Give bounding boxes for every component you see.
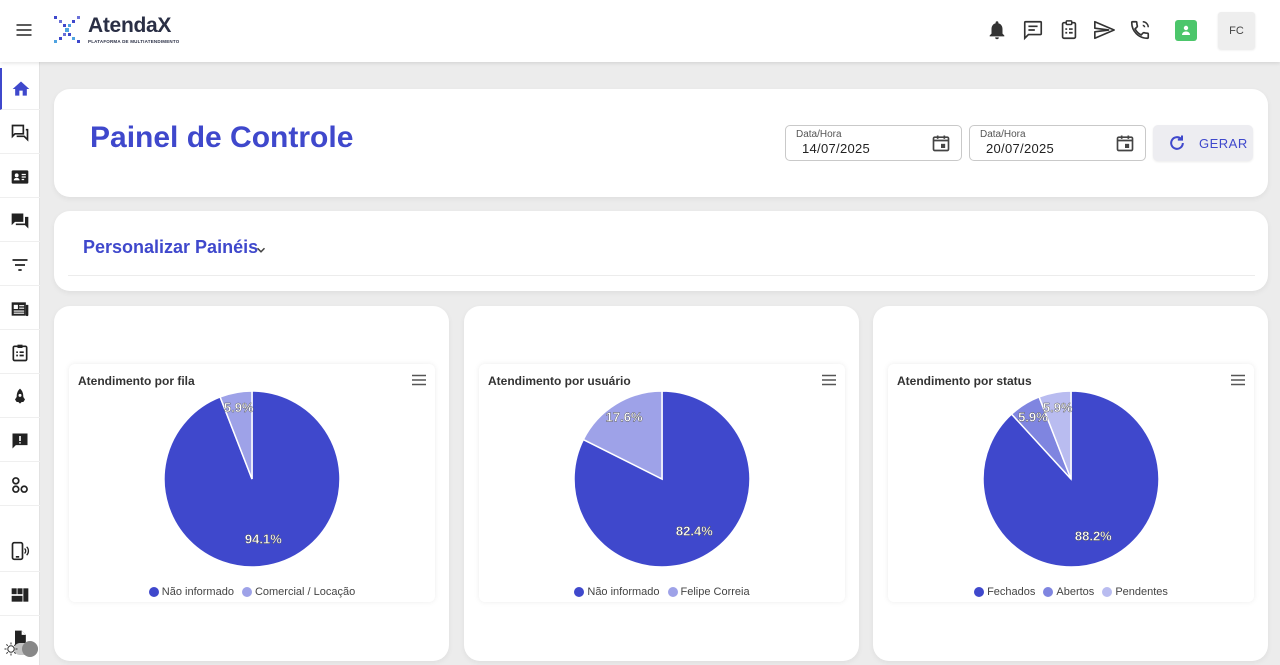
chat-icon[interactable] — [1022, 19, 1044, 41]
legend-label: Comercial / Locação — [254, 586, 356, 598]
legend-item[interactable]: Comercial / Locação — [241, 586, 356, 598]
end-date-label: Data/Hora — [980, 129, 1026, 140]
sidebar-item-home[interactable] — [0, 68, 40, 110]
phone-android-icon — [11, 541, 30, 560]
clipboard-icon[interactable] — [1058, 19, 1080, 41]
sidebar-item-flows[interactable] — [0, 464, 40, 506]
legend-marker — [1102, 587, 1113, 597]
legend-item[interactable]: Felipe Correia — [667, 586, 750, 598]
legend-marker — [1043, 587, 1054, 597]
page-title: Painel de Controle — [90, 121, 354, 154]
home-icon — [12, 81, 30, 96]
legend-label: Não informado — [587, 586, 660, 598]
dashboard-icon — [11, 587, 29, 602]
workflow-icon — [12, 476, 28, 493]
chart-panel: Atendimento por usuário 82.4% 17.6% Não i… — [479, 364, 845, 602]
feedback-icon — [12, 433, 28, 448]
sidebar-item-filters[interactable] — [0, 244, 40, 286]
sidebar-item-feedback[interactable] — [0, 420, 40, 462]
theme-toggle[interactable] — [2, 640, 38, 658]
legend-marker — [241, 587, 252, 597]
legend-item[interactable]: Abertos — [1043, 586, 1094, 598]
chart-legend: Fechados Abertos Pendentes — [888, 586, 1254, 598]
divider — [68, 275, 1255, 276]
sidebar-item-channels[interactable] — [0, 530, 40, 572]
chart-panel: Atendimento por status 88.2% 5.9% 5.9% Fec… — [888, 364, 1254, 602]
sidebar-item-campaigns[interactable] — [0, 376, 40, 418]
chart-legend: Não informado Comercial / Locação — [69, 586, 435, 598]
chart-card: Atendimento por usuário 82.4% 17.6% Não i… — [464, 306, 859, 661]
chart-legend: Não informado Felipe Correia — [479, 586, 845, 598]
customize-toggle[interactable]: Personalizar Painéis — [83, 237, 258, 258]
slice-label: 82.4% — [676, 523, 713, 538]
generate-button[interactable]: GERAR — [1153, 125, 1253, 161]
legend-label: Abertos — [1056, 586, 1095, 598]
send-icon[interactable] — [1093, 19, 1115, 41]
legend-marker — [974, 587, 985, 597]
newspaper-icon — [11, 301, 29, 316]
pie-chart: 88.2%5.9%5.9% — [982, 390, 1160, 568]
slice-label: 88.2% — [1075, 528, 1112, 543]
calendar-icon[interactable] — [1115, 133, 1135, 153]
brand-subtitle: PLATAFORMA DE MULTIATENDIMENTO — [88, 39, 180, 44]
legend-label: Não informado — [161, 586, 234, 598]
logo[interactable]: AtendaX PLATAFORMA DE MULTIATENDIMENTO — [52, 14, 202, 48]
customize-panel: Personalizar Painéis — [54, 211, 1268, 291]
start-date-value[interactable]: 14/07/2025 — [802, 141, 870, 156]
generate-label: GERAR — [1199, 135, 1248, 151]
calendar-icon[interactable] — [931, 133, 951, 153]
end-date-field[interactable]: Data/Hora 20/07/2025 — [969, 125, 1146, 161]
legend-item[interactable]: Pendentes — [1102, 586, 1168, 598]
forum-icon — [11, 124, 29, 142]
rocket-icon — [15, 388, 25, 404]
legend-label: Fechados — [987, 586, 1036, 598]
legend-item[interactable]: Não informado — [148, 586, 234, 598]
legend-label: Felipe Correia — [680, 586, 750, 598]
sidebar-item-dashboard[interactable] — [0, 574, 40, 616]
slice-label: 5.9% — [224, 400, 254, 415]
control-card: Painel de Controle Data/Hora 14/07/2025 … — [54, 89, 1268, 197]
sidebar-item-conversations[interactable] — [0, 112, 40, 154]
legend-marker — [148, 587, 159, 597]
sidebar-item-contacts[interactable] — [0, 156, 40, 198]
slice-label: 94.1% — [245, 532, 282, 547]
refresh-icon — [1170, 135, 1184, 150]
whatsapp-status-badge[interactable] — [1175, 20, 1197, 41]
clipboard-list-icon — [12, 344, 28, 361]
slice-label: 17.6% — [606, 410, 643, 425]
chart-panel: Atendimento por fila 94.1% 5.9% Não infor… — [69, 364, 435, 602]
user-avatar[interactable]: FC — [1218, 12, 1255, 49]
brand-name: AtendaX — [88, 14, 172, 37]
menu-icon[interactable] — [14, 20, 34, 40]
sidebar-item-chats[interactable] — [0, 200, 40, 242]
contact-card-icon — [11, 169, 29, 184]
top-bar: AtendaX PLATAFORMA DE MULTIATENDIMENTO F… — [0, 0, 1280, 62]
end-date-value[interactable]: 20/07/2025 — [986, 141, 1054, 156]
slice-label: 5.9% — [1043, 400, 1073, 415]
sidebar — [0, 62, 40, 665]
chevron-down-icon[interactable] — [254, 243, 268, 257]
filter-list-icon — [12, 258, 28, 271]
legend-marker — [574, 587, 585, 597]
person-icon — [1182, 25, 1190, 35]
question-answer-icon — [11, 213, 29, 228]
chart-card: Atendimento por fila 94.1% 5.9% Não infor… — [54, 306, 449, 661]
pie-chart: 82.4% 17.6% — [573, 390, 751, 568]
brightness-icon — [4, 641, 38, 657]
phone-icon[interactable] — [1129, 19, 1151, 41]
legend-marker — [667, 587, 678, 597]
legend-item[interactable]: Não informado — [574, 586, 660, 598]
pie-chart: 94.1% 5.9% — [163, 390, 341, 568]
logo-icon — [54, 16, 80, 43]
start-date-label: Data/Hora — [796, 129, 842, 140]
bell-icon[interactable] — [986, 19, 1008, 41]
legend-item[interactable]: Fechados — [974, 586, 1035, 598]
chart-card: Atendimento por status 88.2% 5.9% 5.9% Fec… — [873, 306, 1268, 661]
legend-label: Pendentes — [1115, 586, 1168, 598]
sidebar-item-reports[interactable] — [0, 288, 40, 330]
start-date-field[interactable]: Data/Hora 14/07/2025 — [785, 125, 962, 161]
sidebar-item-tasks[interactable] — [0, 332, 40, 374]
